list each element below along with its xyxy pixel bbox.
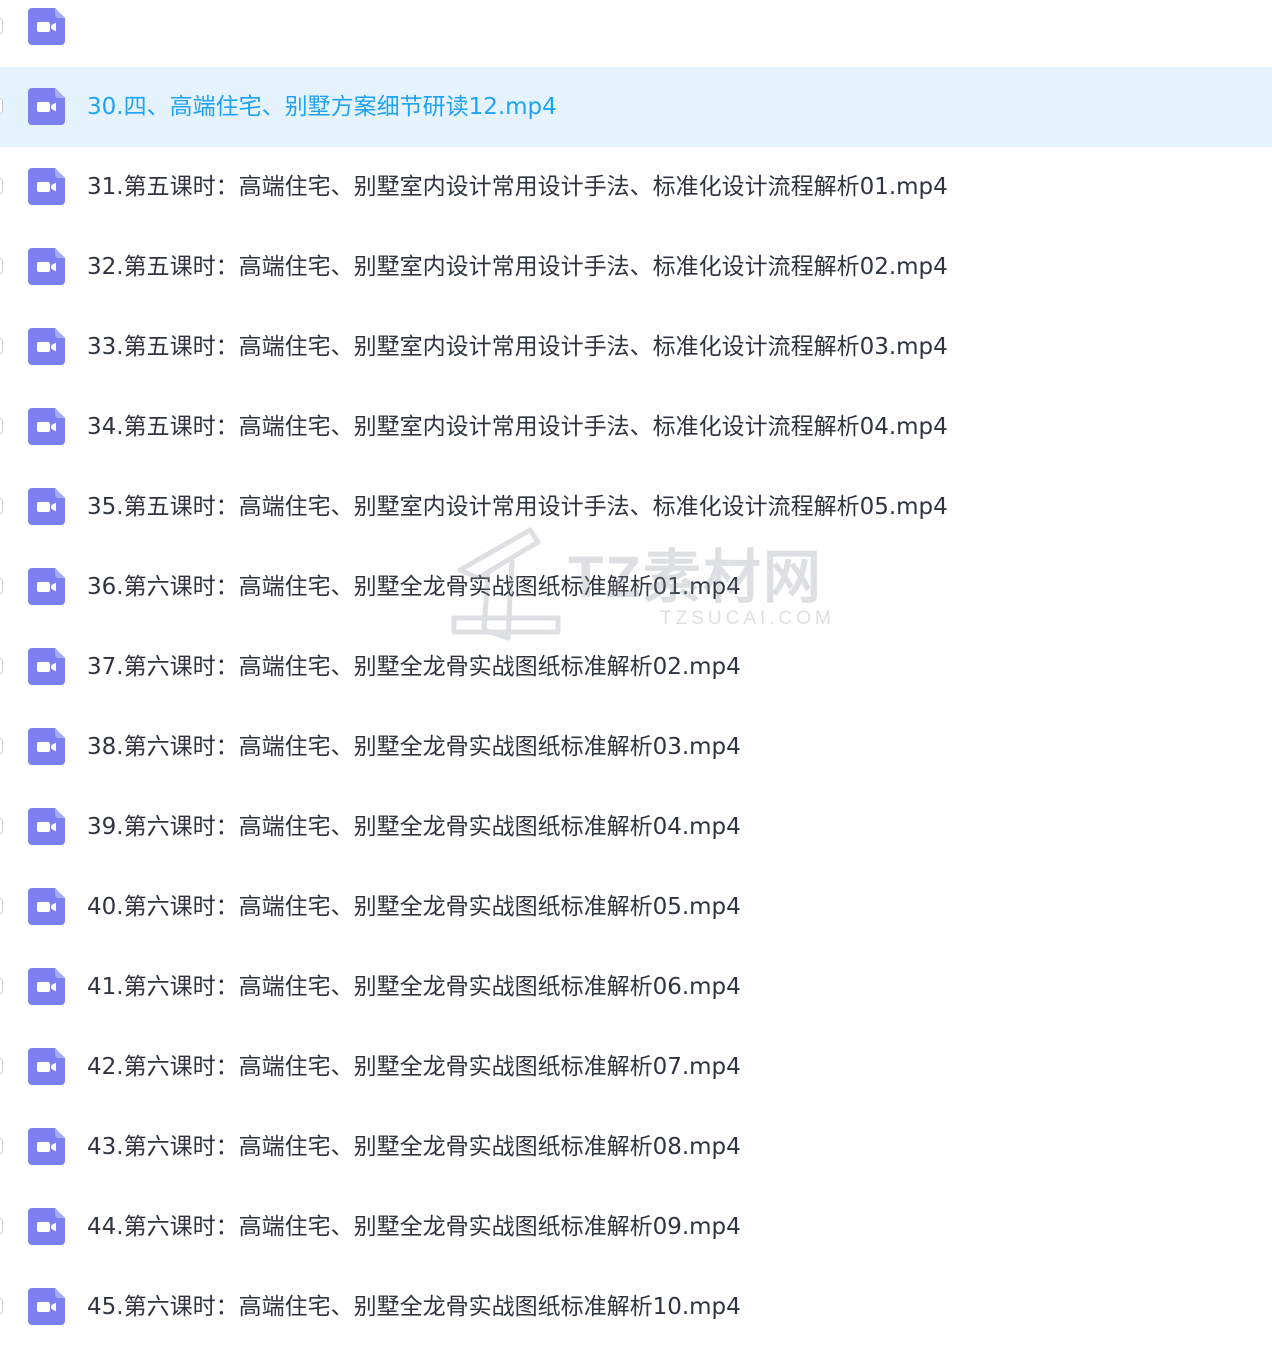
file-name: 34.第五课时：高端住宅、别墅室内设计常用设计手法、标准化设计流程解析04.mp… <box>87 414 948 440</box>
row-checkbox[interactable] <box>0 338 3 354</box>
row-checkbox[interactable] <box>0 1138 3 1154</box>
video-file-icon <box>28 648 65 685</box>
file-name: 30.四、高端住宅、别墅方案细节研读12.mp4 <box>87 94 557 120</box>
file-name: 40.第六课时：高端住宅、别墅全龙骨实战图纸标准解析05.mp4 <box>87 894 741 920</box>
video-file-icon <box>28 968 65 1005</box>
video-file-icon <box>28 808 65 845</box>
row-checkbox[interactable] <box>0 258 3 274</box>
video-file-icon <box>28 1048 65 1085</box>
video-file-icon <box>28 728 65 765</box>
file-name: 32.第五课时：高端住宅、别墅室内设计常用设计手法、标准化设计流程解析02.mp… <box>87 254 948 280</box>
file-name: 42.第六课时：高端住宅、别墅全龙骨实战图纸标准解析07.mp4 <box>87 1054 741 1080</box>
file-row[interactable]: 39.第六课时：高端住宅、别墅全龙骨实战图纸标准解析04.mp4 <box>0 787 1272 867</box>
file-name: 38.第六课时：高端住宅、别墅全龙骨实战图纸标准解析03.mp4 <box>87 734 741 760</box>
video-file-icon <box>28 408 65 445</box>
row-checkbox[interactable] <box>0 418 3 434</box>
file-row[interactable]: 31.第五课时：高端住宅、别墅室内设计常用设计手法、标准化设计流程解析01.mp… <box>0 147 1272 227</box>
video-file-icon <box>28 488 65 525</box>
file-name: 31.第五课时：高端住宅、别墅室内设计常用设计手法、标准化设计流程解析01.mp… <box>87 174 948 200</box>
file-row[interactable]: 38.第六课时：高端住宅、别墅全龙骨实战图纸标准解析03.mp4 <box>0 707 1272 787</box>
video-file-icon <box>28 88 65 125</box>
row-checkbox[interactable] <box>0 658 3 674</box>
video-file-icon <box>28 8 65 45</box>
file-row[interactable]: 30.四、高端住宅、别墅方案细节研读12.mp4 <box>0 67 1272 147</box>
file-row[interactable]: 44.第六课时：高端住宅、别墅全龙骨实战图纸标准解析09.mp4 <box>0 1187 1272 1267</box>
file-name: 43.第六课时：高端住宅、别墅全龙骨实战图纸标准解析08.mp4 <box>87 1134 741 1160</box>
video-file-icon <box>28 328 65 365</box>
video-file-icon <box>28 568 65 605</box>
row-checkbox[interactable] <box>0 1218 3 1234</box>
file-row[interactable]: 35.第五课时：高端住宅、别墅室内设计常用设计手法、标准化设计流程解析05.mp… <box>0 467 1272 547</box>
video-file-icon <box>28 1128 65 1165</box>
row-checkbox[interactable] <box>0 178 3 194</box>
row-checkbox[interactable] <box>0 1058 3 1074</box>
file-list: 30.四、高端住宅、别墅方案细节研读12.mp4 31.第五课时：高端住宅、别墅… <box>0 0 1272 1347</box>
file-row[interactable]: 36.第六课时：高端住宅、别墅全龙骨实战图纸标准解析01.mp4 <box>0 547 1272 627</box>
file-row[interactable] <box>0 0 1272 67</box>
file-name: 37.第六课时：高端住宅、别墅全龙骨实战图纸标准解析02.mp4 <box>87 654 741 680</box>
file-name: 44.第六课时：高端住宅、别墅全龙骨实战图纸标准解析09.mp4 <box>87 1214 741 1240</box>
file-name: 35.第五课时：高端住宅、别墅室内设计常用设计手法、标准化设计流程解析05.mp… <box>87 494 948 520</box>
row-checkbox[interactable] <box>0 978 3 994</box>
row-checkbox[interactable] <box>0 818 3 834</box>
file-row[interactable]: 45.第六课时：高端住宅、别墅全龙骨实战图纸标准解析10.mp4 <box>0 1267 1272 1347</box>
file-row[interactable]: 42.第六课时：高端住宅、别墅全龙骨实战图纸标准解析07.mp4 <box>0 1027 1272 1107</box>
row-checkbox[interactable] <box>0 1298 3 1314</box>
video-file-icon <box>28 248 65 285</box>
row-checkbox[interactable] <box>0 498 3 514</box>
file-row[interactable]: 41.第六课时：高端住宅、别墅全龙骨实战图纸标准解析06.mp4 <box>0 947 1272 1027</box>
file-name: 39.第六课时：高端住宅、别墅全龙骨实战图纸标准解析04.mp4 <box>87 814 741 840</box>
row-checkbox[interactable] <box>0 738 3 754</box>
row-checkbox[interactable] <box>0 578 3 594</box>
file-row[interactable]: 37.第六课时：高端住宅、别墅全龙骨实战图纸标准解析02.mp4 <box>0 627 1272 707</box>
file-name: 33.第五课时：高端住宅、别墅室内设计常用设计手法、标准化设计流程解析03.mp… <box>87 334 948 360</box>
row-checkbox[interactable] <box>0 98 3 114</box>
file-row[interactable]: 33.第五课时：高端住宅、别墅室内设计常用设计手法、标准化设计流程解析03.mp… <box>0 307 1272 387</box>
file-name: 45.第六课时：高端住宅、别墅全龙骨实战图纸标准解析10.mp4 <box>87 1294 741 1320</box>
video-file-icon <box>28 1208 65 1245</box>
row-checkbox[interactable] <box>0 18 3 34</box>
file-row[interactable]: 34.第五课时：高端住宅、别墅室内设计常用设计手法、标准化设计流程解析04.mp… <box>0 387 1272 467</box>
file-row[interactable]: 40.第六课时：高端住宅、别墅全龙骨实战图纸标准解析05.mp4 <box>0 867 1272 947</box>
file-name: 41.第六课时：高端住宅、别墅全龙骨实战图纸标准解析06.mp4 <box>87 974 741 1000</box>
video-file-icon <box>28 1288 65 1325</box>
file-name: 36.第六课时：高端住宅、别墅全龙骨实战图纸标准解析01.mp4 <box>87 574 741 600</box>
file-row[interactable]: 43.第六课时：高端住宅、别墅全龙骨实战图纸标准解析08.mp4 <box>0 1107 1272 1187</box>
row-checkbox[interactable] <box>0 898 3 914</box>
file-row[interactable]: 32.第五课时：高端住宅、别墅室内设计常用设计手法、标准化设计流程解析02.mp… <box>0 227 1272 307</box>
video-file-icon <box>28 168 65 205</box>
video-file-icon <box>28 888 65 925</box>
